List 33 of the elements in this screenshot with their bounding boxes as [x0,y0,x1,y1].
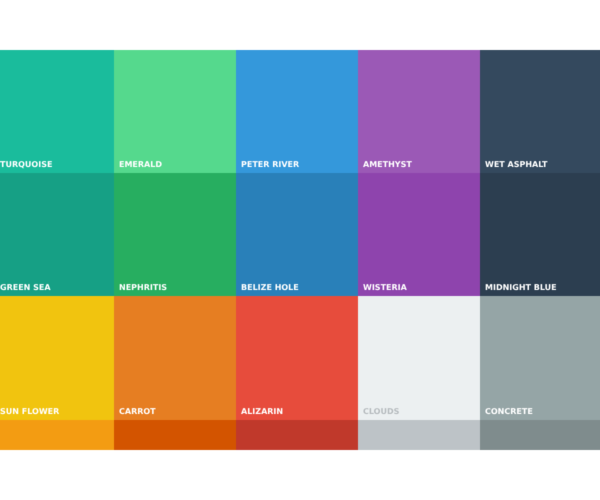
swatch-label: CARROT [119,407,156,416]
color-swatch[interactable]: WET ASPHALT [480,50,600,173]
color-swatch[interactable]: AMETHYST [358,50,480,173]
swatch-label: MIDNIGHT BLUE [485,283,557,292]
color-swatch[interactable] [480,420,600,450]
swatch-label: AMETHYST [363,160,412,169]
swatch-label: BELIZE HOLE [241,283,299,292]
color-swatch[interactable] [358,420,480,450]
color-swatch[interactable]: TURQUOISE [0,50,114,173]
color-swatch[interactable] [114,420,236,450]
color-swatch[interactable]: WISTERIA [358,173,480,296]
color-swatch[interactable]: CONCRETE [480,296,600,420]
color-swatch[interactable] [236,420,358,450]
swatch-label: NEPHRITIS [119,283,168,292]
color-swatch[interactable]: CARROT [114,296,236,420]
swatch-label: GREEN SEA [0,283,51,292]
color-swatch[interactable]: MIDNIGHT BLUE [480,173,600,296]
color-swatch[interactable]: PETER RIVER [236,50,358,173]
swatch-label: PETER RIVER [241,160,300,169]
swatch-label: WET ASPHALT [485,160,548,169]
swatch-label: EMERALD [119,160,162,169]
swatch-label: ALIZARIN [241,407,284,416]
color-swatch[interactable]: BELIZE HOLE [236,173,358,296]
swatch-label: TURQUOISE [0,160,52,169]
color-swatch[interactable]: ALIZARIN [236,296,358,420]
color-swatch[interactable]: GREEN SEA [0,173,114,296]
color-swatch[interactable] [0,420,114,450]
swatch-label: CONCRETE [485,407,533,416]
color-swatch[interactable]: EMERALD [114,50,236,173]
color-swatch[interactable]: NEPHRITIS [114,173,236,296]
swatch-label: SUN FLOWER [0,407,60,416]
color-swatch[interactable]: SUN FLOWER [0,296,114,420]
swatch-label: WISTERIA [363,283,407,292]
